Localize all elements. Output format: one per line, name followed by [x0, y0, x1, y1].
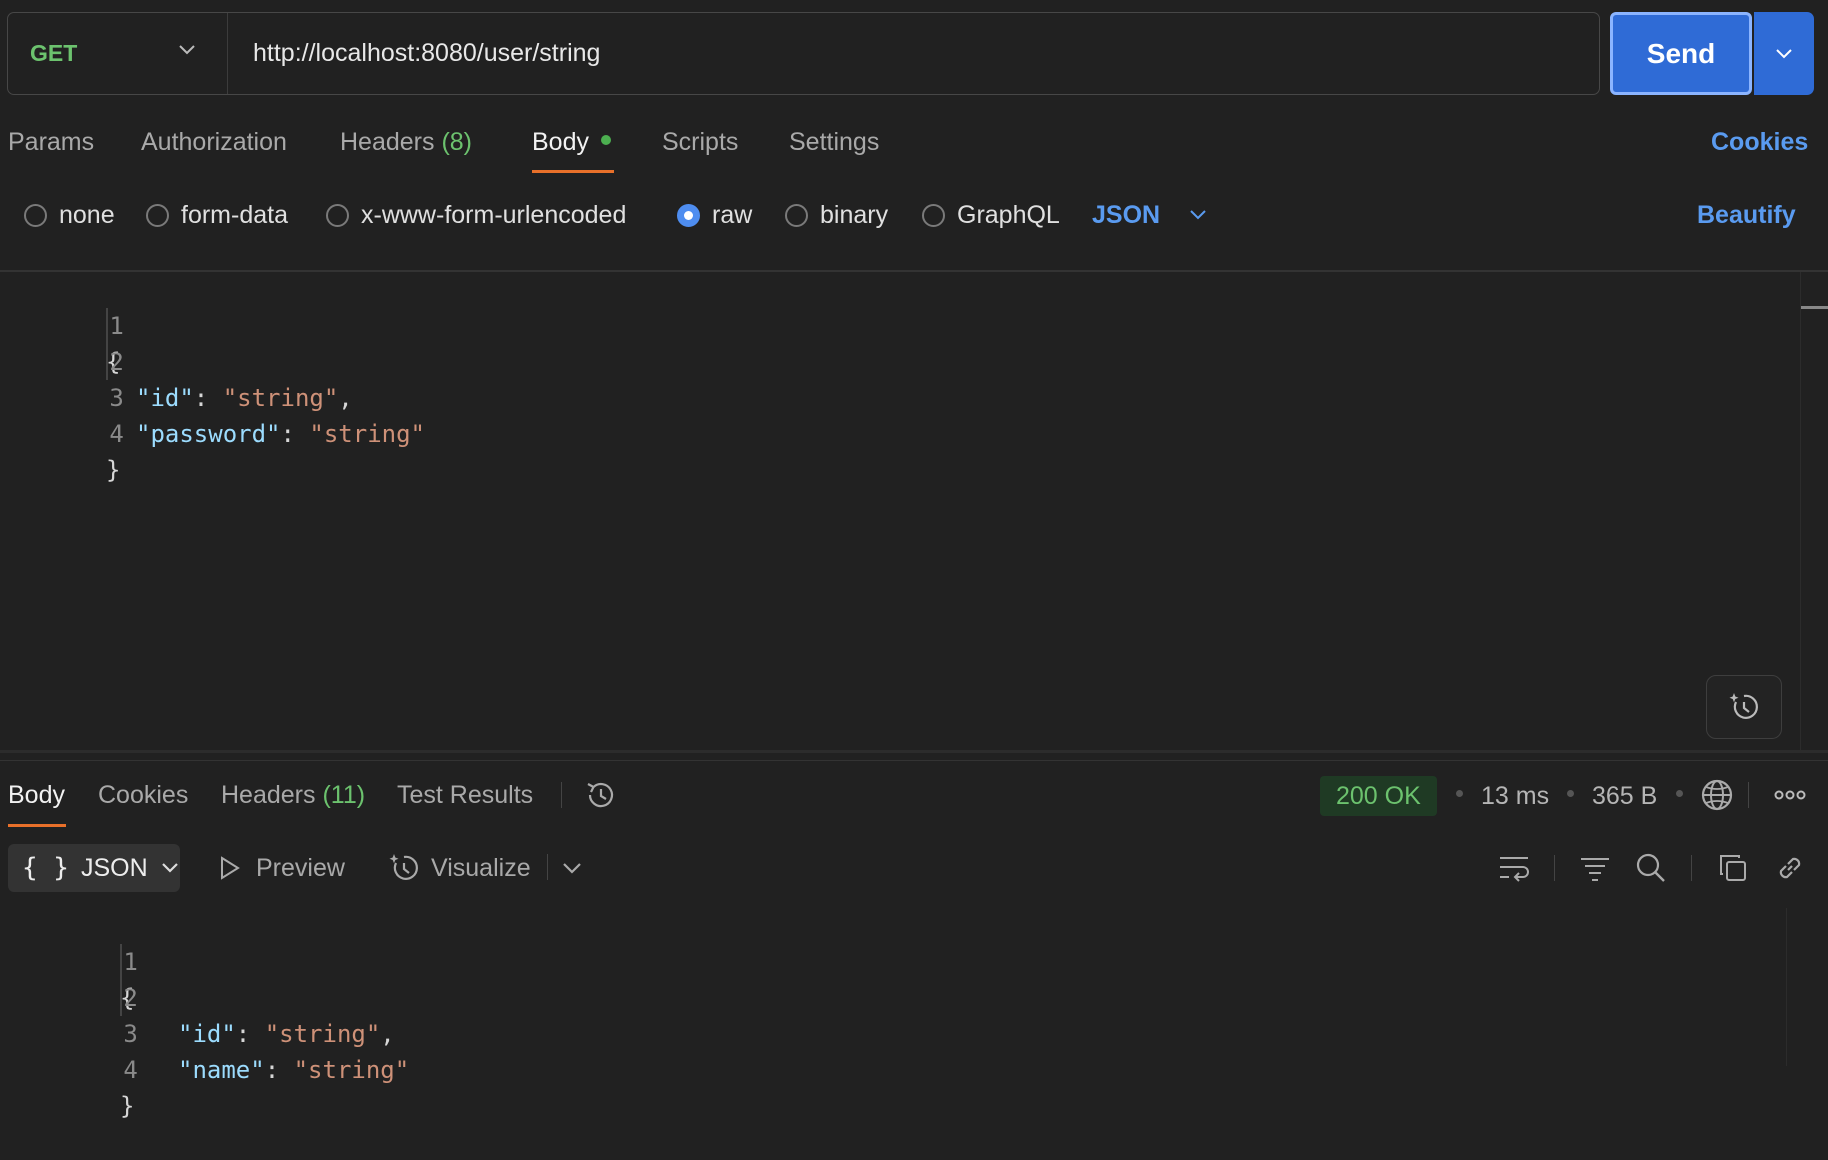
search-button[interactable] — [1633, 850, 1669, 886]
tab-authorization[interactable]: Authorization — [141, 122, 287, 174]
separator-dot — [1567, 790, 1574, 797]
active-tab-indicator — [532, 170, 614, 173]
chevron-down-icon — [1190, 210, 1206, 220]
separator — [547, 854, 548, 880]
editor-scrollbar[interactable] — [1800, 272, 1801, 750]
request-tabs: Params Authorization Headers (8) Body Sc… — [8, 122, 1828, 174]
modified-dot-icon — [600, 135, 611, 146]
link-icon — [1779, 857, 1801, 879]
response-tab-cookies[interactable]: Cookies — [98, 775, 188, 815]
code-line: 1 { — [120, 948, 138, 1012]
headers-count: (11) — [322, 781, 366, 809]
separator — [1554, 855, 1555, 881]
filter-button[interactable] — [1577, 850, 1613, 886]
request-body-editor[interactable]: 1 { 2 "id": "string", 3 "password": "str… — [0, 272, 1800, 750]
scroll-thumb[interactable] — [1801, 306, 1828, 309]
visualize-icon — [389, 854, 418, 880]
response-body-viewer[interactable]: 1 { 2 "id": "string", 3 "name": "string"… — [0, 908, 1786, 1120]
link-button[interactable] — [1772, 850, 1808, 886]
chevron-down-icon — [179, 45, 195, 55]
code-line: 1 { — [106, 312, 124, 376]
wrap-lines-icon — [1500, 857, 1529, 882]
code-line: 2 "id": "string", — [123, 984, 395, 1048]
tab-settings[interactable]: Settings — [789, 122, 879, 174]
radio-icon — [785, 203, 808, 227]
history-icon[interactable] — [584, 778, 618, 812]
radio-icon — [326, 203, 349, 227]
separator — [1748, 782, 1749, 808]
tab-scripts[interactable]: Scripts — [662, 122, 738, 174]
divider — [0, 760, 1828, 761]
response-format-select[interactable]: { } JSON — [8, 844, 180, 892]
radio-urlencoded[interactable]: x-www-form-urlencoded — [326, 195, 626, 235]
code-line: 4 } — [120, 1056, 138, 1120]
separator-dot — [1676, 790, 1683, 797]
wrap-lines-button[interactable] — [1496, 850, 1532, 886]
play-icon — [221, 856, 240, 880]
radio-icon — [24, 203, 47, 227]
send-options-button[interactable] — [1754, 12, 1814, 95]
send-button[interactable]: Send — [1610, 12, 1752, 95]
cookies-link[interactable]: Cookies — [1711, 122, 1808, 162]
chevron-down-icon — [161, 863, 178, 873]
headers-count: (8) — [441, 128, 473, 156]
active-tab-indicator — [8, 824, 66, 827]
radio-form-data[interactable]: form-data — [146, 195, 288, 235]
response-size[interactable]: 365 B — [1592, 776, 1657, 816]
status-badge[interactable]: 200 OK — [1320, 776, 1437, 816]
pane-resizer[interactable] — [0, 750, 1828, 753]
code-line: 2 "id": "string", — [109, 348, 353, 412]
chevron-down-icon[interactable] — [561, 861, 583, 875]
tab-body[interactable]: Body — [532, 122, 611, 174]
sparkle-refresh-icon — [1729, 693, 1758, 719]
response-scrollbar[interactable] — [1786, 908, 1787, 1066]
filter-icon — [1581, 858, 1609, 881]
beautify-button[interactable]: Beautify — [1697, 195, 1796, 235]
tab-headers[interactable]: Headers (8) — [340, 122, 472, 174]
ai-assist-button[interactable] — [1706, 675, 1782, 739]
radio-binary[interactable]: binary — [785, 195, 888, 235]
braces-icon: { } — [22, 853, 69, 883]
radio-graphql[interactable]: GraphQL — [922, 195, 1060, 235]
more-options-icon[interactable] — [1774, 786, 1806, 804]
search-icon — [1636, 853, 1665, 882]
globe-icon[interactable] — [1699, 777, 1735, 813]
indent-guide — [120, 944, 122, 1016]
indent-guide — [106, 308, 108, 380]
copy-icon — [1720, 855, 1746, 881]
separator — [1691, 855, 1692, 881]
url-bar: GET http://localhost:8080/user/string — [7, 12, 1600, 95]
response-tab-body[interactable]: Body — [8, 775, 65, 815]
preview-button[interactable]: Preview — [216, 846, 345, 890]
response-time[interactable]: 13 ms — [1481, 776, 1549, 816]
tab-params[interactable]: Params — [8, 122, 94, 174]
code-line: 3 "password": "string" — [109, 384, 425, 448]
body-type-selector: none form-data x-www-form-urlencoded raw… — [0, 195, 1828, 235]
language-select[interactable]: JSON — [1092, 195, 1208, 235]
code-line: 4 } — [106, 420, 124, 484]
url-input[interactable]: http://localhost:8080/user/string — [228, 39, 600, 68]
radio-selected-icon — [677, 203, 700, 227]
response-tab-test-results[interactable]: Test Results — [397, 775, 533, 815]
chevron-down-icon — [1776, 48, 1792, 58]
radio-icon — [146, 203, 169, 227]
radio-icon — [922, 203, 945, 227]
radio-raw[interactable]: raw — [677, 195, 752, 235]
visualize-button[interactable]: Visualize — [387, 846, 531, 890]
code-line: 3 "name": "string" — [123, 1020, 410, 1084]
response-tabs: Body Cookies Headers (11) Test Results — [8, 775, 1828, 825]
response-tab-headers[interactable]: Headers (11) — [221, 775, 365, 815]
separator — [561, 782, 562, 808]
copy-button[interactable] — [1715, 850, 1751, 886]
method-label: GET — [30, 40, 78, 66]
radio-none[interactable]: none — [24, 195, 115, 235]
separator-dot — [1456, 790, 1463, 797]
method-select[interactable]: GET — [8, 13, 228, 94]
